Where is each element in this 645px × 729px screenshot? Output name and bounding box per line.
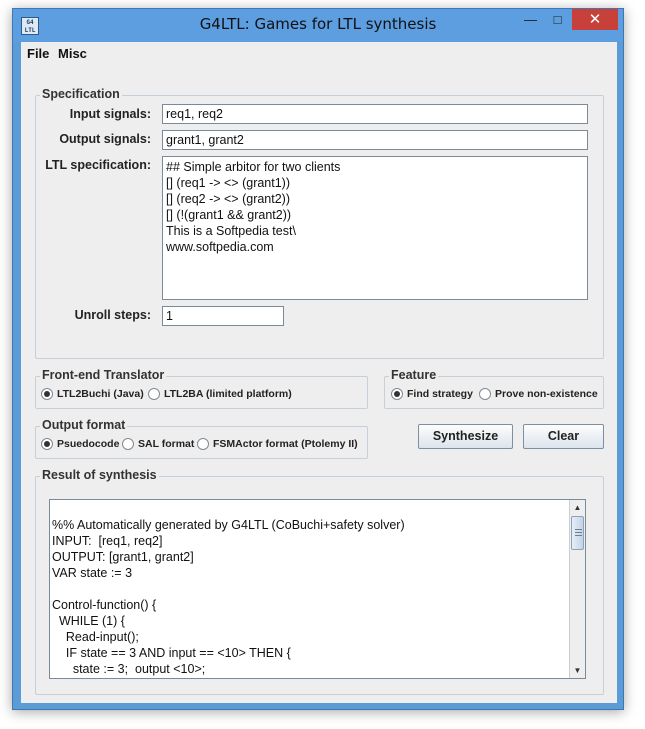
input-signals-label: Input signals: <box>69 107 151 121</box>
radio-label: FSMActor format (Ptolemy II) <box>213 438 358 451</box>
ltl-line: ## Simple arbitor for two clients <box>166 160 341 174</box>
thumb-grip <box>575 535 582 536</box>
radio-find-strategy[interactable]: Find strategy <box>391 388 473 401</box>
radio-fsmactor-format[interactable]: FSMActor format (Ptolemy II) <box>197 438 358 451</box>
output-signals-label: Output signals: <box>59 132 151 146</box>
menu-bar: File Misc <box>21 42 617 65</box>
radio-button[interactable] <box>479 388 491 401</box>
client-area: File Misc Specification Input signals: r… <box>21 42 617 703</box>
frontend-title: Front-end Translator <box>40 368 167 382</box>
ltl-line: [] (req1 -> <> (grant1)) <box>166 176 291 190</box>
title-bar[interactable]: G4 LTL G4LTL: Games for LTL synthesis — … <box>13 9 623 42</box>
radio-ltl2buchi[interactable]: LTL2Buchi (Java) <box>41 388 144 401</box>
input-signals-field[interactable]: req1, req2 <box>162 104 588 124</box>
result-text: %% Automatically generated by G4LTL (CoB… <box>51 501 569 677</box>
output-signals-field[interactable]: grant1, grant2 <box>162 130 588 150</box>
vertical-scrollbar[interactable]: ▲ ▼ <box>569 500 585 678</box>
result-line: Read-input(); <box>52 630 139 644</box>
scroll-down-arrow-icon[interactable]: ▼ <box>570 663 585 678</box>
unroll-steps-label: Unroll steps: <box>74 308 151 322</box>
radio-label: LTL2BA (limited platform) <box>164 388 292 401</box>
result-line: OUTPUT: [grant1, grant2] <box>52 550 194 564</box>
menu-misc[interactable]: Misc <box>58 46 87 61</box>
thumb-grip <box>575 532 582 533</box>
ltl-line: This is a Softpedia test\ <box>166 224 296 238</box>
app-window: G4 LTL G4LTL: Games for LTL synthesis — … <box>12 8 624 710</box>
result-line <box>52 581 569 597</box>
result-line: VAR state := 3 <box>52 566 133 580</box>
radio-button[interactable] <box>197 438 209 451</box>
radio-psuedocode[interactable]: Psuedocode <box>41 438 120 451</box>
maximize-button[interactable]: □ <box>544 9 571 30</box>
synthesize-button[interactable]: Synthesize <box>418 424 513 449</box>
result-line: Control-function() { <box>52 598 157 612</box>
thumb-grip <box>575 529 582 530</box>
unroll-steps-field[interactable]: 1 <box>162 306 284 326</box>
radio-button-selected[interactable] <box>41 388 53 401</box>
ltl-line: [] (!(grant1 && grant2)) <box>166 208 292 222</box>
ltl-spec-label: LTL specification: <box>45 158 151 172</box>
radio-sal-format[interactable]: SAL format <box>122 438 195 451</box>
minimize-button[interactable]: — <box>517 9 544 30</box>
ltl-spec-textarea[interactable]: ## Simple arbitor for two clients [] (re… <box>162 156 588 300</box>
output-format-title: Output format <box>40 418 128 432</box>
ltl-line: [] (req2 -> <> (grant2)) <box>166 192 291 206</box>
result-line: INPUT: [req1, req2] <box>52 534 163 548</box>
radio-ltl2ba[interactable]: LTL2BA (limited platform) <box>148 388 292 401</box>
radio-button[interactable] <box>148 388 160 401</box>
result-line: WHILE (1) { <box>52 614 125 628</box>
result-textarea[interactable]: %% Automatically generated by G4LTL (CoB… <box>49 499 586 679</box>
result-line: %% Automatically generated by G4LTL (CoB… <box>52 518 405 532</box>
scroll-thumb[interactable] <box>571 516 584 550</box>
result-line: IF state == 3 AND input == <10> THEN { <box>52 646 291 660</box>
clear-button[interactable]: Clear <box>523 424 604 449</box>
radio-label: Prove non-existence <box>495 388 598 401</box>
radio-button[interactable] <box>122 438 134 451</box>
feature-title: Feature <box>389 368 439 382</box>
specification-title: Specification <box>40 87 122 101</box>
menu-file[interactable]: File <box>27 46 49 61</box>
radio-prove-nonexistence[interactable]: Prove non-existence <box>479 388 598 401</box>
radio-label: Find strategy <box>407 388 473 401</box>
radio-button-selected[interactable] <box>391 388 403 401</box>
result-line <box>52 501 569 517</box>
result-line: state := 3; output <10>; <box>52 662 206 676</box>
radio-label: Psuedocode <box>57 438 120 451</box>
ltl-line: www.softpedia.com <box>166 240 274 254</box>
radio-button-selected[interactable] <box>41 438 53 451</box>
close-button[interactable]: ✕ <box>572 9 618 30</box>
radio-label: SAL format <box>138 438 195 451</box>
result-title: Result of synthesis <box>40 468 159 482</box>
radio-label: LTL2Buchi (Java) <box>57 388 144 401</box>
scroll-up-arrow-icon[interactable]: ▲ <box>570 500 585 515</box>
